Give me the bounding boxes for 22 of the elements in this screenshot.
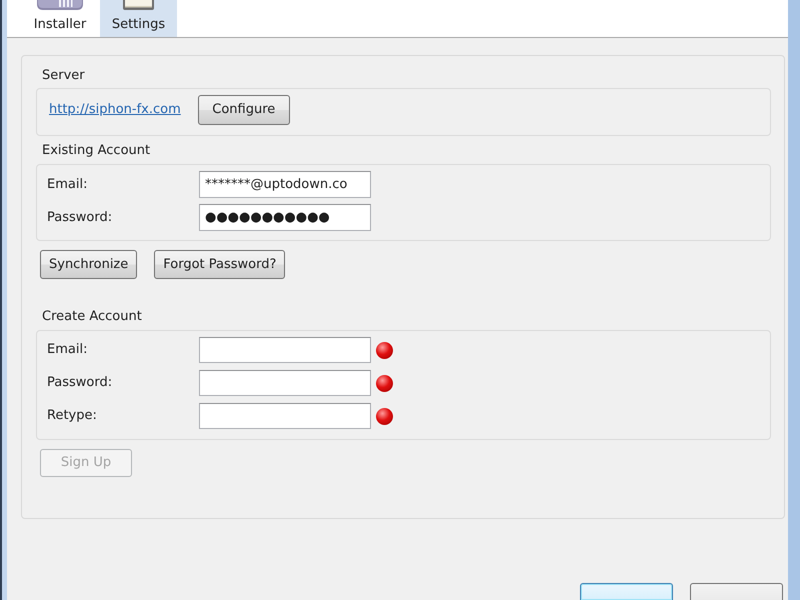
dialog-button[interactable] [690,583,783,600]
configure-button[interactable]: Configure [198,95,290,125]
field-label: Email: [47,176,88,192]
tab[interactable]: Installer [20,0,100,37]
section-title: Server [42,68,85,84]
field-label: Email: [47,342,88,358]
section-title: Create Account [42,309,142,325]
dialog-button[interactable] [580,583,673,600]
field-label: Password: [47,210,114,226]
field-label: Retype: [47,408,98,424]
document-icon [123,0,154,10]
retype-password-field[interactable] [199,403,371,429]
password-field[interactable] [199,370,371,396]
forgot-password-button[interactable]: Forgot Password? [154,250,286,279]
section-title: Existing Account [42,143,150,159]
email-field[interactable] [199,337,371,363]
password-field[interactable]: ●●●●●●●●●●● [199,204,371,231]
tab[interactable]: Settings [100,0,177,37]
field-label: Password: [47,375,114,391]
synchronize-button[interactable]: Synchronize [40,250,138,279]
email-field[interactable]: *******@uptodown.co [199,171,371,198]
server-link[interactable]: http://siphon-fx.com [49,102,181,118]
